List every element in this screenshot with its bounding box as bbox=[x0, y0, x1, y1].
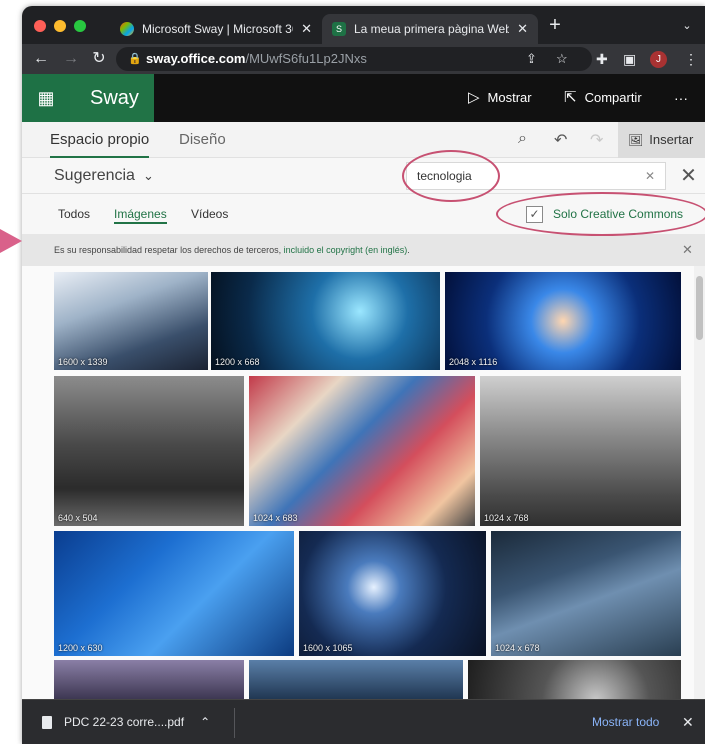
search-icon[interactable]: ⌕ bbox=[518, 130, 527, 148]
bookmark-star-icon[interactable]: ☆ bbox=[556, 47, 568, 71]
tab-sway[interactable]: Microsoft Sway | Microsoft 365 ✕ bbox=[110, 14, 322, 44]
insertar-button[interactable]: 🖼 Insertar bbox=[618, 122, 705, 158]
tab-title: Microsoft Sway | Microsoft 365 bbox=[142, 22, 294, 36]
mostrar-button[interactable]: ▷ Mostrar bbox=[468, 74, 532, 122]
image-result[interactable] bbox=[468, 660, 681, 699]
image-icon: 🖼 bbox=[628, 133, 644, 147]
image-dimensions: 1200 x 630 bbox=[58, 643, 103, 653]
divider bbox=[234, 708, 235, 738]
app-name: Sway bbox=[70, 74, 154, 122]
chevron-up-icon[interactable]: ⌃ bbox=[200, 715, 210, 729]
zoom-window-button[interactable] bbox=[74, 20, 86, 32]
compartir-label: Compartir bbox=[584, 90, 642, 105]
chevron-down-icon: ⌄ bbox=[142, 168, 154, 183]
browser-window: Microsoft Sway | Microsoft 365 ✕ S La me… bbox=[22, 6, 705, 744]
annotation-arrow-icon bbox=[0, 229, 22, 253]
filter-tab-imagenes[interactable]: Imágenes bbox=[114, 194, 167, 234]
image-result[interactable]: 1024 x 683 bbox=[249, 376, 475, 526]
address-bar[interactable]: 🔒 sway.office.com/MUwfS6fu1Lp2JNxs ⇪ ☆ bbox=[116, 47, 592, 71]
browser-menu-icon[interactable]: ⋮ bbox=[684, 48, 698, 70]
tab-web-page[interactable]: S La meua primera pàgina Web. ✕ bbox=[322, 14, 538, 44]
share-icon: ⇱ bbox=[564, 89, 577, 106]
notice-text: Es su responsabilidad respetar los derec… bbox=[54, 245, 284, 255]
scrollbar-thumb[interactable] bbox=[696, 276, 703, 340]
share-page-icon[interactable]: ⇪ bbox=[526, 47, 537, 71]
image-result[interactable] bbox=[249, 660, 463, 699]
image-result[interactable]: 1600 x 1339 bbox=[54, 272, 208, 370]
tab-espacio-propio[interactable]: Espacio propio bbox=[50, 122, 150, 158]
image-dimensions: 2048 x 1116 bbox=[449, 357, 498, 367]
insertar-label: Insertar bbox=[649, 132, 694, 147]
clear-search-icon[interactable]: ✕ bbox=[645, 163, 655, 189]
close-window-button[interactable] bbox=[34, 20, 46, 32]
browser-toolbar: ← → ↻ 🔒 sway.office.com/MUwfS6fu1Lp2JNxs… bbox=[22, 44, 705, 74]
image-result[interactable]: 1024 x 768 bbox=[480, 376, 681, 526]
minimize-window-button[interactable] bbox=[54, 20, 66, 32]
image-dimensions: 1600 x 1065 bbox=[303, 643, 353, 653]
sugerencia-dropdown[interactable]: Sugerencia ⌄ bbox=[54, 158, 154, 194]
extensions-icon[interactable]: ✚ bbox=[596, 48, 608, 70]
filter-tab-todos[interactable]: Todos bbox=[58, 194, 90, 234]
image-result[interactable]: 1600 x 1065 bbox=[299, 531, 486, 656]
forward-icon[interactable]: → bbox=[60, 48, 82, 70]
tab-search-chevron-icon[interactable]: ⌄ bbox=[676, 15, 698, 37]
image-dimensions: 1600 x 1339 bbox=[58, 357, 108, 367]
tab-diseno[interactable]: Diseño bbox=[179, 122, 226, 158]
document-icon bbox=[42, 716, 52, 730]
image-result[interactable]: 1200 x 668 bbox=[211, 272, 440, 370]
side-panel-icon[interactable]: ▣ bbox=[623, 48, 636, 70]
back-icon[interactable]: ← bbox=[30, 48, 52, 70]
address-host: sway.office.com bbox=[146, 51, 246, 66]
image-dimensions: 1024 x 683 bbox=[253, 513, 298, 523]
new-tab-button[interactable]: + bbox=[544, 14, 566, 36]
reload-icon[interactable]: ↻ bbox=[88, 48, 110, 70]
lock-icon: 🔒 bbox=[128, 53, 142, 65]
tab-strip: Microsoft Sway | Microsoft 365 ✕ S La me… bbox=[22, 6, 705, 44]
more-options-button[interactable]: ··· bbox=[674, 74, 688, 122]
image-result[interactable]: 640 x 504 bbox=[54, 376, 244, 526]
undo-icon[interactable]: ↶ bbox=[554, 130, 567, 150]
image-dimensions: 640 x 504 bbox=[58, 513, 98, 523]
download-file-name: PDC 22-23 corre....pdf bbox=[64, 715, 185, 729]
close-download-bar-icon[interactable]: ✕ bbox=[682, 700, 694, 744]
download-item[interactable]: PDC 22-23 corre....pdf ⌃ bbox=[42, 700, 210, 744]
app-launcher-icon[interactable]: ▦ bbox=[22, 74, 70, 122]
sway-favicon-icon: S bbox=[332, 22, 346, 36]
dismiss-notice-icon[interactable]: ✕ bbox=[682, 234, 693, 266]
image-results-grid: 1600 x 1339 1200 x 668 2048 x 1116 640 x… bbox=[22, 266, 705, 699]
close-panel-icon[interactable]: ✕ bbox=[672, 158, 705, 194]
image-result[interactable] bbox=[54, 660, 244, 699]
sugerencia-label: Sugerencia bbox=[54, 167, 135, 184]
image-dimensions: 1024 x 678 bbox=[495, 643, 540, 653]
image-result[interactable]: 1024 x 678 bbox=[491, 531, 681, 656]
ribbon: Espacio propio Diseño ⌕ ↶ ↷ 🖼 Insertar bbox=[22, 122, 705, 158]
search-row: Sugerencia ⌄ tecnologia ✕ ✕ bbox=[22, 158, 705, 194]
copyright-notice: Es su responsabilidad respetar los derec… bbox=[22, 234, 705, 266]
compartir-button[interactable]: ⇱ Compartir bbox=[564, 74, 642, 122]
show-all-downloads-button[interactable]: Mostrar todo bbox=[592, 700, 659, 744]
play-icon: ▷ bbox=[468, 89, 480, 106]
search-highlight-ring bbox=[402, 150, 500, 202]
image-result[interactable]: 2048 x 1116 bbox=[445, 272, 681, 370]
notice-end: . bbox=[407, 245, 410, 255]
image-dimensions: 1024 x 768 bbox=[484, 513, 529, 523]
close-tab-icon[interactable]: ✕ bbox=[517, 21, 528, 37]
download-bar: PDC 22-23 corre....pdf ⌃ Mostrar todo ✕ bbox=[22, 699, 705, 744]
redo-icon[interactable]: ↷ bbox=[590, 130, 603, 150]
tab-title: La meua primera pàgina Web. bbox=[354, 22, 510, 36]
creative-commons-highlight-ring bbox=[496, 192, 705, 236]
microsoft-favicon-icon bbox=[120, 22, 134, 36]
filter-tab-videos[interactable]: Vídeos bbox=[191, 194, 228, 234]
profile-avatar[interactable]: J bbox=[650, 51, 667, 68]
address-path: /MUwfS6fu1Lp2JNxs bbox=[245, 51, 367, 66]
copyright-link[interactable]: incluido el copyright (en inglés) bbox=[284, 245, 408, 255]
mostrar-label: Mostrar bbox=[487, 90, 532, 105]
image-dimensions: 1200 x 668 bbox=[215, 357, 260, 367]
image-result[interactable]: 1200 x 630 bbox=[54, 531, 294, 656]
sway-header: ▦ Sway ▷ Mostrar ⇱ Compartir ··· bbox=[22, 74, 705, 122]
close-tab-icon[interactable]: ✕ bbox=[301, 21, 312, 37]
